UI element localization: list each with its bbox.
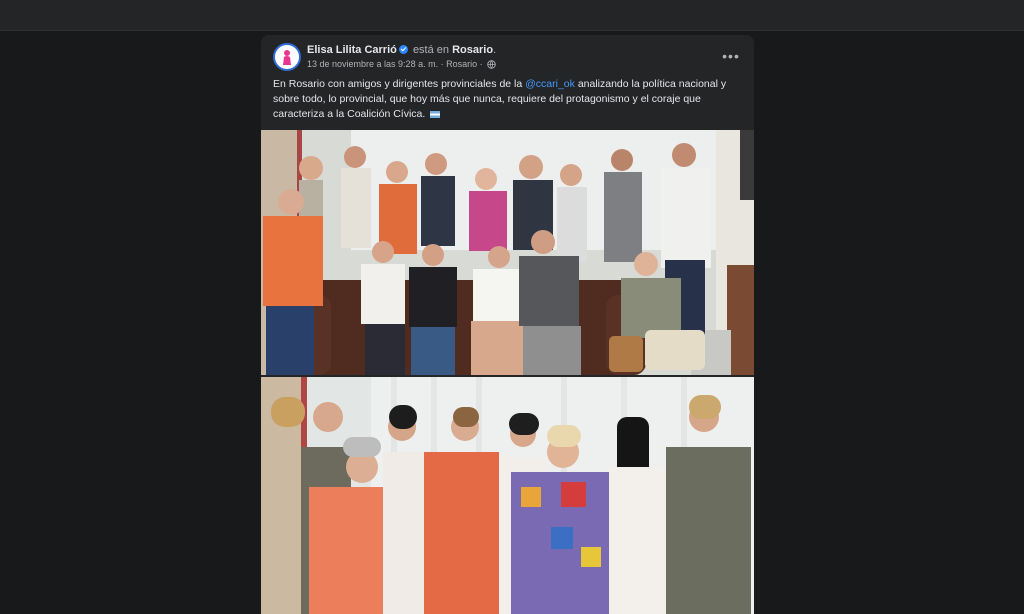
post-meta: 13 de noviembre a las 9:28 a. m. · Rosar… [307,59,496,69]
author-name[interactable]: Elisa Lilita Carrió [307,44,397,56]
is-at-text: está en [412,44,450,56]
post-photo-1[interactable] [261,130,754,375]
group-photo-sofa-icon [261,130,754,375]
mention-link[interactable]: @ccari_ok [525,78,575,90]
author-line: Elisa Lilita Carrió está en Rosario. [307,44,496,56]
more-options-button[interactable]: ••• [720,47,742,65]
post-text-start: En Rosario con amigos y dirigentes provi… [273,78,526,90]
verified-badge-icon [398,45,408,54]
location-link[interactable]: Rosario [452,44,493,56]
location-suffix: . [493,44,497,56]
post-text: En Rosario con amigos y dirigentes provi… [273,77,743,122]
post-card: Elisa Lilita Carrió está en Rosario. 13 … [261,35,754,614]
place-meta[interactable]: Rosario [446,59,477,69]
meta-separator-2: · [477,59,486,69]
group-photo-women-icon [261,377,754,614]
post-timestamp[interactable]: 13 de noviembre a las 9:28 a. m. [307,59,438,69]
top-navigation-bar [0,0,1024,31]
argentina-flag-icon [430,111,441,118]
meta-separator: · [438,59,447,69]
party-logo-icon [283,50,291,65]
avatar[interactable] [273,43,301,71]
post-photo-2[interactable] [261,377,754,614]
globe-icon [487,60,496,69]
